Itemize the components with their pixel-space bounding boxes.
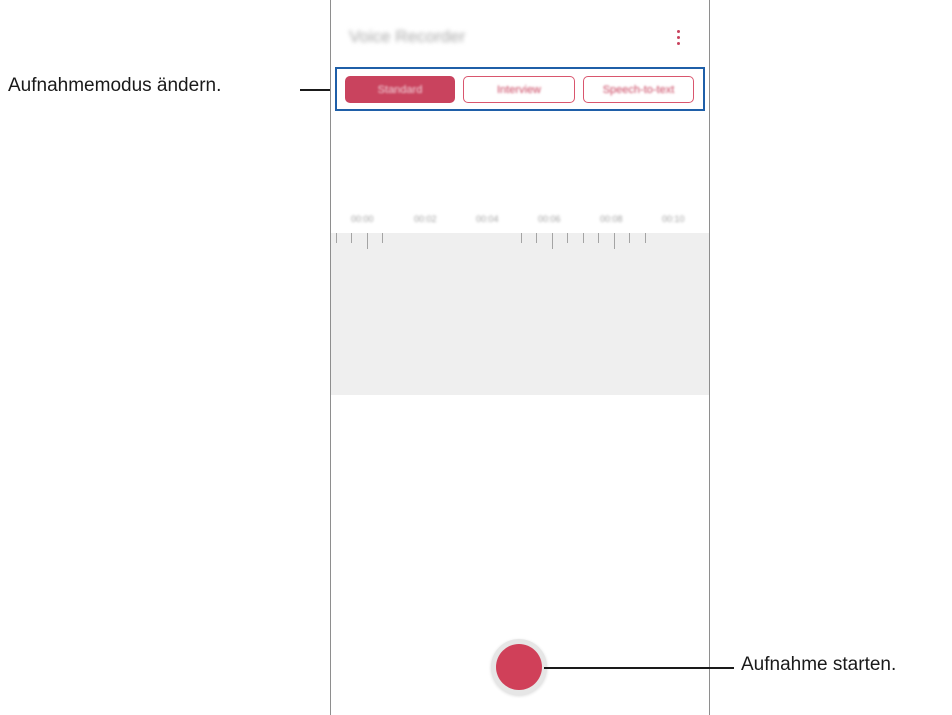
app-title: Voice Recorder: [349, 27, 466, 46]
record-icon: [496, 644, 542, 690]
record-button[interactable]: [491, 639, 547, 695]
mode-highlight-box: [335, 67, 705, 111]
timeline-label: 00:08: [600, 214, 623, 224]
timeline-tick: [645, 233, 646, 243]
timeline-tick: [614, 233, 615, 249]
timeline-tick: [351, 233, 352, 243]
more-vertical-icon: [676, 29, 680, 33]
timeline-tick: [367, 233, 368, 249]
timeline-tick: [382, 233, 383, 243]
waveform-area: [331, 233, 709, 395]
timeline-tick: [521, 233, 522, 243]
timeline-tick: [629, 233, 630, 243]
timeline-label: 00:02: [414, 214, 437, 224]
timeline-tick: [567, 233, 568, 243]
callout-record-line: [544, 667, 734, 669]
timeline-tick: [336, 233, 337, 243]
callout-record-label: Aufnahme starten.: [741, 654, 897, 675]
timeline-label: 00:06: [538, 214, 561, 224]
callout-mode-label: Aufnahmemodus ändern.: [8, 75, 222, 96]
timeline-tick: [598, 233, 599, 243]
timeline-label: 00:10: [662, 214, 685, 224]
more-options-button[interactable]: [667, 24, 689, 50]
timeline-tick: [552, 233, 553, 249]
timeline-tick: [536, 233, 537, 243]
timeline-label: 00:04: [476, 214, 499, 224]
timeline-label: 00:00: [351, 214, 374, 224]
timeline-tick: [583, 233, 584, 243]
